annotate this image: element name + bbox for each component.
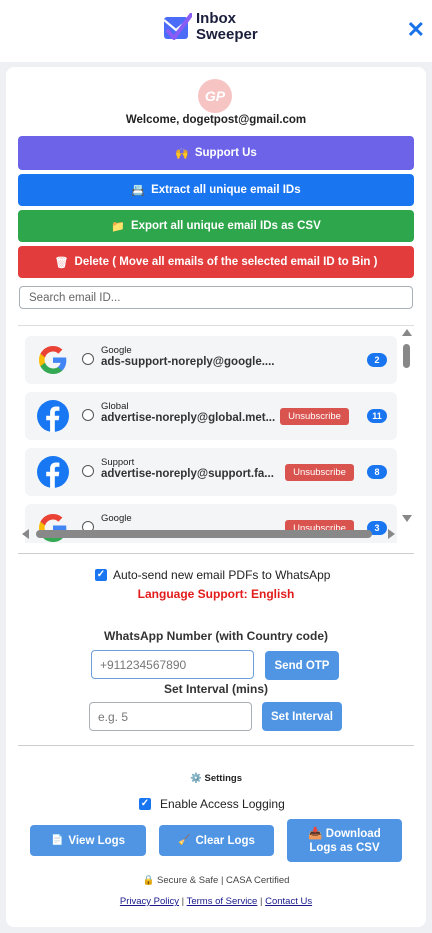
download-icon: 📥 — [308, 827, 323, 840]
extract-emails-button[interactable]: 📇 Extract all unique email IDs — [18, 174, 414, 206]
avatar-initials: GP — [204, 88, 226, 104]
raised-hands-icon: 🙌 — [175, 147, 189, 160]
email-count-badge: 8 — [367, 465, 387, 479]
broom-icon: 🧹 — [178, 835, 191, 846]
email-count-badge: 2 — [367, 353, 387, 367]
auto-send-checkbox[interactable]: ✓ — [95, 569, 107, 581]
unsubscribe-button[interactable]: Unsubscribe — [285, 464, 354, 481]
email-count-badge: 11 — [367, 409, 387, 423]
scroll-right-arrow[interactable] — [388, 529, 395, 539]
welcome-text: Welcome, dogetpost@gmail.com — [125, 114, 307, 126]
lock-icon: 🔒 — [142, 875, 155, 886]
sender-radio[interactable] — [82, 409, 94, 421]
facebook-logo-icon — [37, 456, 69, 488]
delete-button[interactable]: 🗑 Delete ( Move all emails of the select… — [18, 246, 414, 278]
contact-link[interactable]: Contact Us — [265, 896, 312, 907]
divider — [18, 745, 414, 746]
list-item[interactable]: Google ads-support-noreply@google.... 2 — [25, 336, 397, 384]
extract-emails-label: Extract all unique email IDs — [151, 184, 301, 196]
folder-icon: 📁 — [111, 220, 125, 233]
interval-label: Set Interval (mins) — [163, 682, 269, 696]
page-icon: 📄 — [50, 835, 64, 846]
app-name-line1: Inbox — [196, 10, 236, 27]
security-text: Secure & Safe | CASA Certified — [157, 875, 290, 886]
send-otp-button[interactable]: Send OTP — [265, 651, 339, 680]
interval-input[interactable] — [89, 702, 252, 731]
trash-icon: 🗑 — [54, 256, 69, 269]
support-us-label: Support Us — [194, 147, 257, 159]
language-support-text: Language Support: English — [137, 587, 295, 601]
download-logs-label-line2: Logs as CSV — [309, 841, 380, 854]
list-item[interactable]: Support advertise-noreply@support.fa... … — [25, 448, 397, 496]
delete-label: Delete ( Move all emails of the selected… — [74, 256, 378, 268]
sender-name: Support — [101, 457, 135, 468]
view-logs-label: View Logs — [68, 834, 126, 847]
footer-separator: | — [257, 896, 266, 907]
sender-list[interactable]: Google ads-support-noreply@google.... 2 … — [18, 325, 414, 543]
avatar: GP — [198, 79, 232, 113]
gear-icon: ⚙️ — [190, 773, 202, 784]
vertical-scrollbar[interactable] — [403, 344, 410, 368]
app-name-line2: Sweeper — [196, 26, 258, 43]
sender-email: advertise-noreply@support.fa... — [101, 468, 274, 480]
check-envelope-icon — [163, 13, 192, 40]
google-logo-icon — [39, 514, 67, 542]
terms-link[interactable]: Terms of Service — [187, 896, 258, 907]
access-logging-label: Enable Access Logging — [160, 797, 285, 811]
set-interval-button[interactable]: Set Interval — [262, 702, 342, 731]
sender-radio[interactable] — [82, 465, 94, 477]
export-csv-label: Export all unique email IDs as CSV — [130, 220, 321, 232]
search-input[interactable] — [19, 286, 413, 309]
close-icon[interactable]: ✕ — [407, 18, 425, 42]
unsubscribe-button[interactable]: Unsubscribe — [280, 408, 349, 425]
divider — [18, 553, 414, 554]
clear-logs-label: Clear Logs — [195, 834, 255, 847]
app-logo: Inbox Sweeper — [162, 11, 258, 43]
whatsapp-number-label: WhatsApp Number (with Country code) — [104, 629, 328, 643]
access-logging-checkbox[interactable]: ✓ — [139, 798, 151, 810]
sender-radio[interactable] — [82, 353, 94, 365]
export-csv-button[interactable]: 📁 Export all unique email IDs as CSV — [18, 210, 414, 242]
sender-email: advertise-noreply@global.met... — [101, 412, 276, 424]
settings-title: Settings — [204, 773, 242, 784]
scroll-left-arrow[interactable] — [22, 529, 29, 539]
security-note: 🔒 Secure & Safe | CASA Certified — [0, 875, 432, 886]
horizontal-scrollbar[interactable] — [36, 530, 372, 538]
view-logs-button[interactable]: 📄 View Logs — [30, 825, 146, 856]
app-header: Inbox Sweeper ✕ — [0, 0, 432, 62]
footer-separator: | — [179, 896, 187, 907]
download-logs-label-line1: Download — [325, 827, 381, 840]
card-index-icon: 📇 — [131, 184, 146, 197]
clear-logs-button[interactable]: 🧹 Clear Logs — [159, 825, 274, 856]
support-us-button[interactable]: 🙌 Support Us — [18, 136, 414, 170]
facebook-logo-icon — [37, 400, 69, 432]
privacy-policy-link[interactable]: Privacy Policy — [120, 896, 179, 907]
sender-email: ads-support-noreply@google.... — [101, 356, 275, 368]
google-logo-icon — [39, 346, 67, 374]
sender-name: Global — [101, 401, 129, 412]
scroll-down-arrow[interactable] — [402, 515, 412, 522]
footer-links: Privacy Policy | Terms of Service | Cont… — [0, 896, 432, 907]
sender-name: Google — [101, 345, 132, 356]
sender-name: Google — [101, 513, 132, 524]
settings-heading: ⚙️ Settings — [0, 773, 432, 784]
app-name: Inbox Sweeper — [196, 11, 258, 43]
auto-send-label: Auto-send new email PDFs to WhatsApp — [113, 568, 331, 582]
download-logs-button[interactable]: 📥 Download Logs as CSV — [287, 819, 402, 862]
scroll-up-arrow[interactable] — [402, 329, 412, 336]
whatsapp-number-input[interactable] — [91, 650, 254, 679]
list-item[interactable]: Global advertise-noreply@global.met... U… — [25, 392, 397, 440]
